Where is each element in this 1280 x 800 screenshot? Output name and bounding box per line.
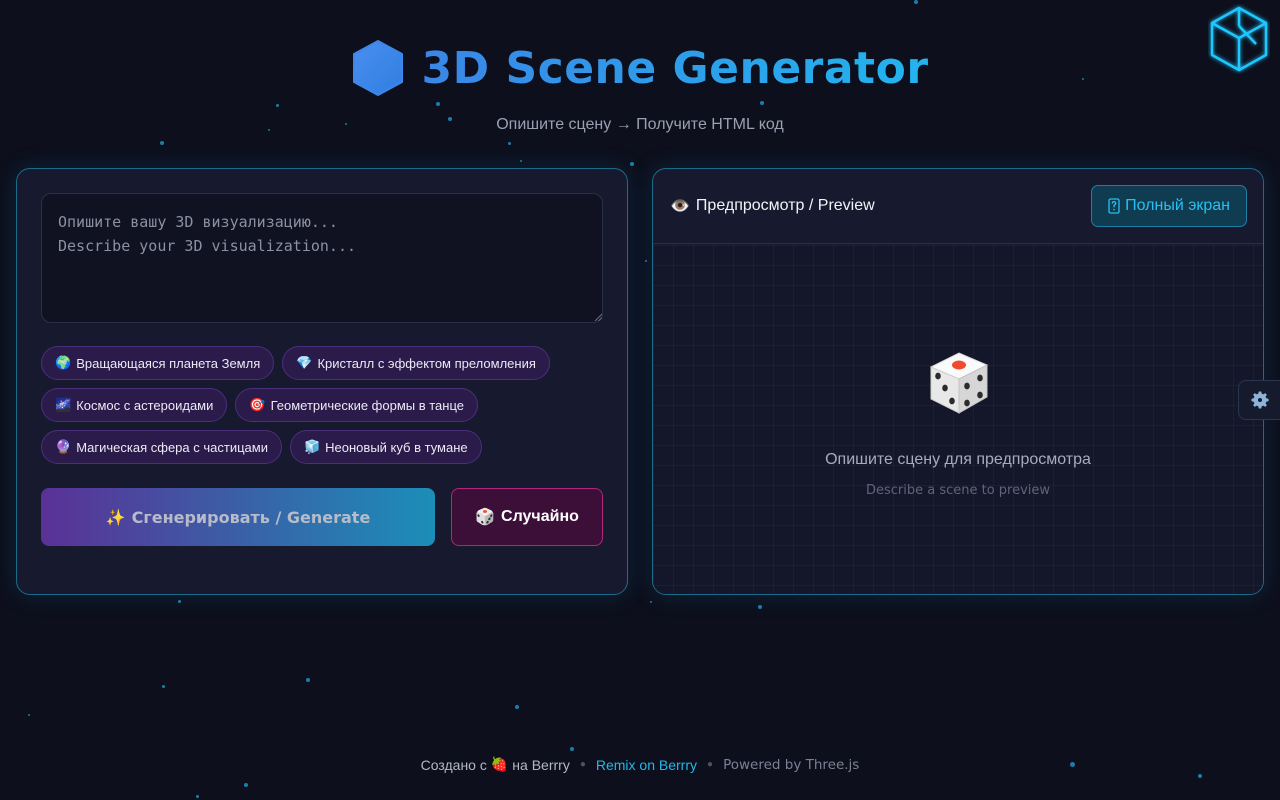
empty-state-title: Опишите сцену для предпросмотра [825,451,1091,468]
powered-by-text: Powered by Three.js [723,756,860,773]
generate-button-label: Сгенерировать / Generate [131,507,371,527]
remix-link[interactable]: Remix on Berrry [596,757,697,773]
preview-canvas[interactable]: Опишите сцену для предпросмотра Describe… [653,245,1263,594]
made-with-credit: Создано с 🍓 на Berrry [421,756,570,773]
random-button[interactable]: 🎲 Случайно [451,488,603,546]
fullscreen-button-label: Полный экран [1125,197,1230,214]
galaxy-icon: 🌌 [55,397,72,412]
separator-dot: ● [579,759,586,770]
gear-icon [1250,391,1269,409]
page-header: 3D Scene Generator Опишите сцену → Получ… [0,38,1280,134]
random-button-label: Случайно [501,508,579,525]
preview-title: 👁️ Предпросмотр / Preview [670,196,875,216]
target-icon: 🎯 [249,397,266,412]
suggestion-chip-earth[interactable]: 🌍 Вращающаяся планета Земля [41,346,275,380]
suggestion-chip-shapes[interactable]: 🎯 Геометрические формы в танце [235,388,478,422]
suggestion-chips: 🌍 Вращающаяся планета Земля 💎 Кристалл с… [41,346,611,464]
fullscreen-icon [1108,198,1120,214]
suggestion-chip-sphere[interactable]: 🔮 Магическая сфера с частицами [41,430,282,464]
chip-label: Геометрические формы в танце [270,397,464,413]
sparkles-icon: ✨ [105,507,126,527]
hexagon-logo-icon [353,40,404,96]
page-subtitle: Опишите сцену → Получите HTML код [496,116,784,133]
chip-label: Неоновый куб в тумане [325,439,468,455]
scene-description-input[interactable] [41,193,603,323]
page-footer: Создано с 🍓 на Berrry ● Remix on Berrry … [0,756,1280,773]
chip-label: Магическая сфера с частицами [76,439,268,455]
resize-handle-icon[interactable] [594,313,602,321]
suggestion-chip-crystal[interactable]: 💎 Кристалл с эффектом преломления [282,346,550,380]
preview-panel: 👁️ Предпросмотр / Preview Полный экран О… [652,168,1264,595]
chip-label: Космос с астероидами [76,397,214,413]
settings-button[interactable] [1238,380,1280,420]
made-suffix: на Berrry [512,756,570,773]
dice-icon: 🎲 [475,509,496,526]
chip-label: Вращающаяся планета Земля [76,355,261,371]
preview-title-label: Предпросмотр / Preview [695,197,875,214]
empty-state-subtitle: Describe a scene to preview [865,483,1051,498]
page-title: 3D Scene Generator [421,42,929,94]
strawberry-icon: 🍓 [490,756,509,772]
fullscreen-button[interactable]: Полный экран [1091,185,1247,227]
ice-cube-icon: 🧊 [303,439,321,454]
preview-header: 👁️ Предпросмотр / Preview Полный экран [653,169,1263,244]
eye-icon: 👁️ [670,198,690,215]
suggestion-chip-cube[interactable]: 🧊 Неоновый куб в тумане [289,430,482,464]
separator-dot: ● [707,759,714,770]
suggestion-chip-space[interactable]: 🌌 Космос с астероидами [41,388,228,422]
crystal-ball-icon: 🔮 [55,439,72,454]
made-prefix: Создано с [420,756,487,773]
title-row: 3D Scene Generator [0,38,1280,98]
editor-panel: 🌍 Вращающаяся планета Земля 💎 Кристалл с… [16,168,628,595]
chip-label: Кристалл с эффектом преломления [317,355,536,371]
generate-button[interactable]: ✨ Сгенерировать / Generate [41,488,435,546]
dice-icon [929,352,989,414]
globe-icon: 🌍 [55,355,72,370]
gem-icon: 💎 [296,355,313,370]
